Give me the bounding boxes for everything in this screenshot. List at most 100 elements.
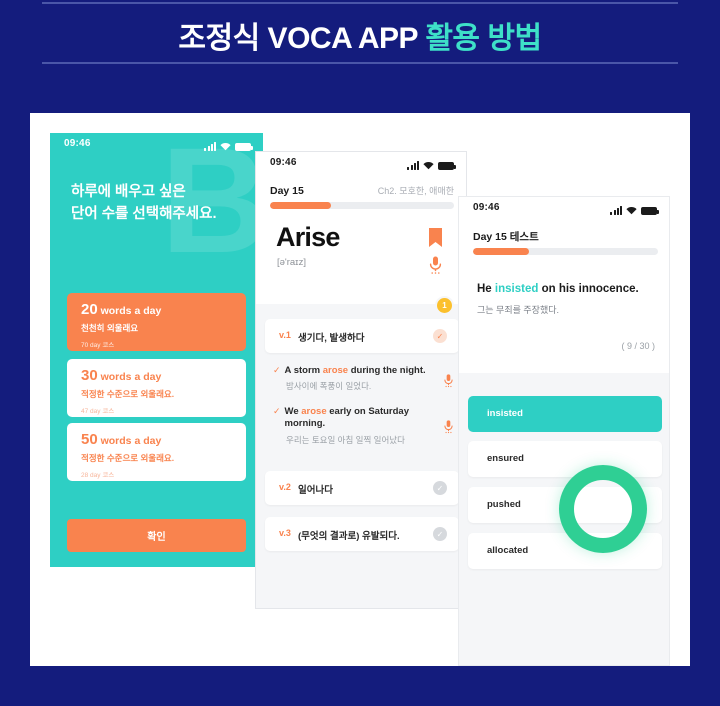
question-counter: ( 9 / 30 ) (621, 341, 655, 351)
question-sentence: He insisted on his innocence. (477, 283, 657, 295)
option-course: 47 day 코스 (81, 408, 115, 415)
microphone-icon[interactable] (443, 420, 454, 434)
wifi-icon (626, 206, 637, 215)
meaning-card-v2[interactable]: v.2 일어나다 ✓ (265, 471, 459, 505)
example-en-after: during the night. (348, 365, 426, 376)
answer-label: ensured (487, 453, 524, 464)
option-unit: words a day (97, 435, 162, 447)
example-en: We arose early on Saturday morning. (285, 406, 449, 431)
question-before: He (477, 283, 495, 295)
page-title: 조정식 VOCA APP 활용 방법 (0, 13, 720, 57)
option-course: 28 day 코스 (81, 472, 115, 479)
example-en: A storm arose during the night. (285, 365, 426, 377)
screenshot-stage: B 09:46 하루에 배우고 싶은 단어 수를 선택해주세요. 20 word… (30, 113, 690, 666)
answer-option-2[interactable]: ensured (468, 441, 662, 477)
check-icon[interactable]: ✓ (433, 481, 447, 495)
word-count-option-30[interactable]: 30 words a day 적정한 수준으로 외울래요. 47 day 코스 (67, 359, 246, 417)
chapter-label: Ch2. 모호한, 애매한 (377, 186, 454, 196)
battery-icon (235, 143, 253, 151)
example-en-before: A storm (284, 365, 323, 376)
answer-label: pushed (487, 499, 521, 510)
phone-screen-word-detail: 09:46 Day 15 Ch2. 모호한, 애매한 Arise [ə'raɪz… (255, 151, 467, 609)
question-translation: 그는 무죄를 주장했다. (477, 305, 560, 315)
header-divider-top (42, 2, 678, 4)
option-count: 30 (81, 367, 98, 384)
meaning-text: 생기다, 발생하다 (298, 333, 365, 344)
meaning-label: v.3 (279, 528, 291, 538)
meaning-count-badge: 1 (435, 296, 454, 315)
example-sentence-1: ✓ A storm arose during the night. 밤사이에 폭… (273, 365, 449, 392)
meaning-text: 일어나다 (298, 485, 333, 496)
day-label: Day 15 (270, 185, 304, 197)
select-heading-line1: 하루에 배우고 싶은 (71, 184, 186, 200)
status-bar: 09:46 (459, 197, 669, 223)
answer-option-1[interactable]: insisted (468, 396, 662, 432)
signal-icon (204, 142, 216, 151)
example-sentence-2: ✓ We arose early on Saturday morning. 우리… (273, 406, 449, 446)
meaning-label: v.1 (279, 330, 291, 340)
check-icon: ✓ (273, 406, 281, 416)
microphone-icon[interactable] (443, 374, 454, 388)
option-desc: 적정한 수준으로 외울래요. (81, 453, 175, 463)
option-title: 30 words a day (81, 368, 246, 383)
header-divider-bottom (42, 62, 678, 64)
progress-bar-fill (473, 248, 529, 255)
phone-screen-word-count-select: B 09:46 하루에 배우고 싶은 단어 수를 선택해주세요. 20 word… (50, 133, 263, 567)
word-phonetic: [ə'raɪz] (277, 257, 306, 268)
word-headline: Arise (276, 222, 340, 252)
meaning-card-v1[interactable]: v.1 생기다, 발생하다 ✓ (265, 319, 459, 353)
page-header: 조정식 VOCA APP 활용 방법 (0, 0, 720, 70)
select-heading-line2: 단어 수를 선택해주세요. (71, 206, 217, 223)
answer-label: allocated (487, 545, 529, 556)
status-icons (610, 203, 659, 215)
check-icon[interactable]: ✓ (433, 329, 447, 343)
check-icon: ✓ (273, 365, 281, 375)
progress-bar (473, 248, 658, 255)
option-unit: words a day (97, 371, 162, 383)
confirm-button[interactable]: 확인 (67, 519, 246, 552)
word-count-option-20[interactable]: 20 words a day 천천히 외울래요 70 day 코스 (67, 293, 246, 351)
meaning-text: (무엇의 결과로) 유발되다. (298, 531, 400, 542)
example-en-before: We (284, 406, 302, 417)
example-en-highlight: arose (322, 365, 349, 376)
question-after: on his innocence. (538, 283, 639, 295)
word-count-option-50[interactable]: 50 words a day 적정한 수준으로 외울래요. 28 day 코스 (67, 423, 246, 481)
wifi-icon (423, 161, 434, 170)
microphone-icon[interactable] (428, 256, 443, 275)
meaning-card-v3[interactable]: v.3 (무엇의 결과로) 유발되다. ✓ (265, 517, 459, 551)
test-day-label: Day 15 테스트 (473, 231, 539, 243)
check-icon[interactable]: ✓ (433, 527, 447, 541)
option-course: 70 day 코스 (81, 342, 115, 349)
option-desc: 적정한 수준으로 외울래요. (81, 389, 175, 399)
option-count: 20 (81, 301, 98, 318)
page-title-accent: 활용 방법 (425, 22, 542, 55)
example-ko: 우리는 토요일 아침 일찍 일어났다 (286, 434, 405, 445)
battery-icon (438, 162, 456, 170)
example-en-highlight: arose (301, 406, 327, 417)
option-unit: words a day (97, 305, 162, 317)
option-count: 50 (81, 431, 98, 448)
status-bar: 09:46 (50, 133, 263, 159)
signal-icon (407, 161, 419, 170)
progress-bar (270, 202, 454, 209)
wifi-icon (220, 142, 231, 151)
progress-bar-fill (270, 202, 331, 209)
status-time: 09:46 (270, 157, 297, 168)
meaning-label: v.2 (279, 482, 291, 492)
status-time: 09:46 (473, 202, 500, 213)
phone-screen-test: 09:46 Day 15 테스트 He insisted on his inno… (458, 196, 670, 666)
status-time: 09:46 (64, 138, 91, 149)
battery-icon (641, 207, 659, 215)
signal-icon (610, 206, 622, 215)
question-highlight: insisted (494, 283, 539, 295)
example-line: ✓ A storm arose during the night. (273, 365, 449, 377)
status-icons (204, 139, 253, 151)
example-ko: 밤사이에 폭풍이 일었다. (286, 381, 372, 392)
status-icons (407, 158, 456, 170)
tap-highlight-ring (559, 465, 647, 553)
option-title: 50 words a day (81, 432, 246, 447)
option-desc: 천천히 외울래요 (81, 323, 139, 333)
select-heading: 하루에 배우고 싶은 단어 수를 선택해주세요. (71, 181, 251, 226)
status-bar: 09:46 (256, 152, 466, 178)
answer-label: insisted (487, 408, 523, 419)
